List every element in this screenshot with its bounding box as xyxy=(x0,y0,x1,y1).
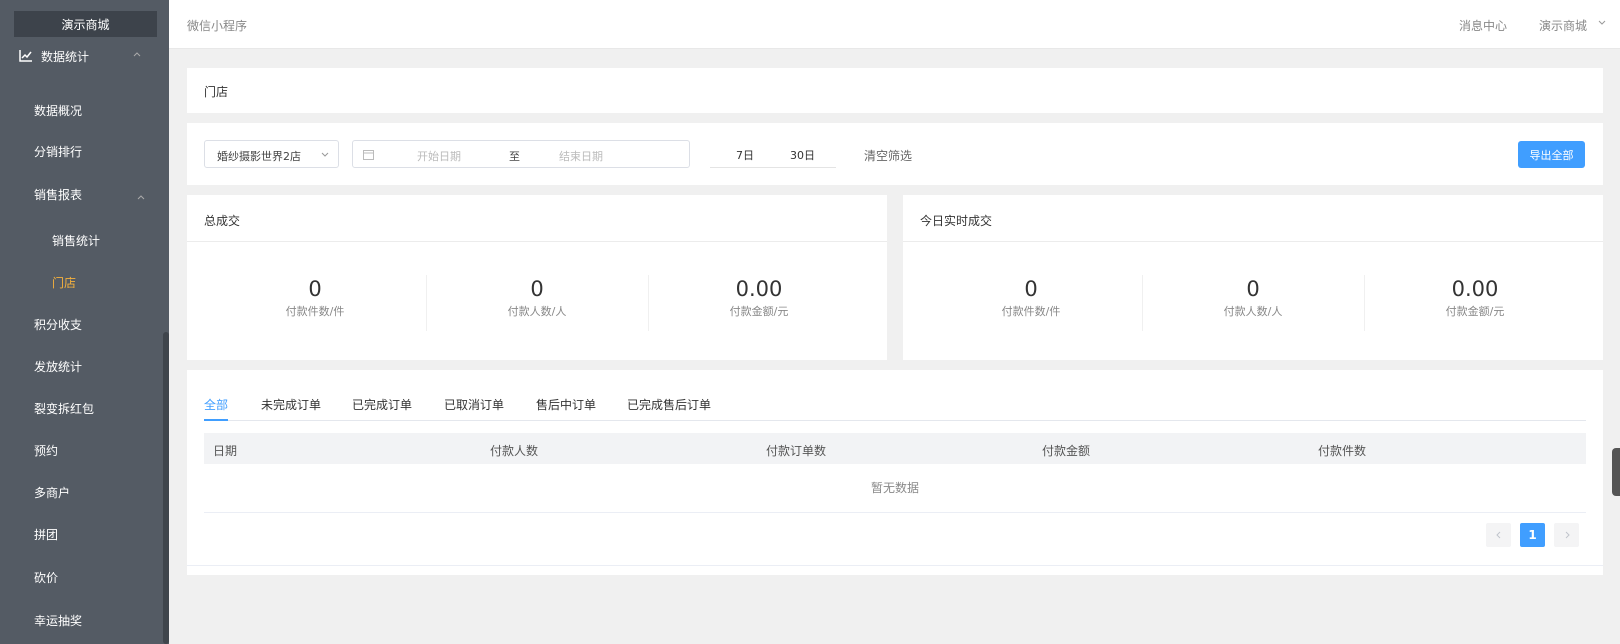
stat-paid-users: 0 付款人数/人 xyxy=(426,277,648,319)
empty-state-text: 暂无数据 xyxy=(204,464,1586,513)
chart-line-icon xyxy=(19,50,32,62)
chevron-down-icon xyxy=(1598,20,1606,25)
column-paid-amount: 付款金额 xyxy=(1042,444,1091,458)
chevron-down-icon xyxy=(321,152,329,157)
column-paid-items: 付款件数 xyxy=(1318,444,1367,458)
top-header: 微信小程序 消息中心 演示商城 xyxy=(169,0,1620,49)
stat-label: 付款件数/件 xyxy=(1001,305,1061,318)
sidebar-scrollbar[interactable] xyxy=(163,332,169,644)
page-number[interactable]: 1 xyxy=(1520,523,1545,547)
clear-filter-button[interactable]: 清空筛选 xyxy=(864,147,912,164)
stat-value: 0 xyxy=(530,277,544,301)
column-paid-orders: 付款订单数 xyxy=(766,444,827,458)
prev-page-button[interactable] xyxy=(1486,523,1511,547)
column-paid-users: 付款人数 xyxy=(490,444,539,458)
sidebar-item-group-buy[interactable]: 拼团 xyxy=(34,527,58,543)
tab-after-sale[interactable]: 售后中订单 xyxy=(536,396,596,421)
order-tabs: 全部 未完成订单 已完成订单 已取消订单 售后中订单 已完成售后订单 xyxy=(204,396,1586,421)
stat-paid-users: 0 付款人数/人 xyxy=(1142,277,1364,319)
sidebar-group-data-stats[interactable]: 数据统计 xyxy=(0,44,169,68)
stat-label: 付款金额/元 xyxy=(1445,305,1505,318)
orders-table-card: 全部 未完成订单 已完成订单 已取消订单 售后中订单 已完成售后订单 日期 付款… xyxy=(187,370,1603,575)
stat-label: 付款人数/人 xyxy=(1223,305,1283,318)
sidebar-item-fission-redpack[interactable]: 裂变拆红包 xyxy=(34,401,94,417)
breadcrumb[interactable]: 微信小程序 xyxy=(187,17,247,34)
stat-paid-amount: 0.00 付款金额/元 xyxy=(1364,277,1586,319)
shop-menu[interactable]: 演示商城 xyxy=(1539,17,1587,34)
sidebar-item-sales-stats[interactable]: 销售统计 xyxy=(52,233,100,249)
stat-label: 付款金额/元 xyxy=(729,305,789,318)
sidebar-item-distribution-rank[interactable]: 分销排行 xyxy=(34,144,82,160)
sidebar-item-multi-merchant[interactable]: 多商户 xyxy=(34,485,70,501)
stat-value: 0.00 xyxy=(1451,277,1499,301)
today-deals-title: 今日实时成交 xyxy=(920,214,993,228)
stat-paid-items: 0 付款件数/件 xyxy=(204,277,426,319)
export-all-button[interactable]: 导出全部 xyxy=(1518,141,1585,168)
column-date: 日期 xyxy=(213,444,238,458)
sidebar-item-store[interactable]: 门店 xyxy=(52,275,76,291)
range-separator: 至 xyxy=(509,150,520,163)
total-deals-title: 总成交 xyxy=(204,214,241,228)
stat-value: 0 xyxy=(308,277,322,301)
sidebar-item-issue-stats[interactable]: 发放统计 xyxy=(34,359,82,375)
filter-bar: 婚纱摄影世界2店 开始日期 至 结束日期 7日 30日 清空筛选 导出全部 xyxy=(187,123,1603,185)
tab-after-sale-done[interactable]: 已完成售后订单 xyxy=(627,396,711,421)
sidebar-item-lucky-draw[interactable]: 幸运抽奖 xyxy=(34,613,82,629)
stat-paid-amount: 0.00 付款金额/元 xyxy=(648,277,870,319)
end-date-input[interactable]: 结束日期 xyxy=(559,148,603,164)
sidebar: 演示商城 数据统计 数据概况 分销排行 销售报表 销售统计 门店 积分收支 发放… xyxy=(0,0,169,644)
table-bottom-border xyxy=(187,565,1603,566)
stat-value: 0 xyxy=(1024,277,1038,301)
quick-30-days-button[interactable]: 30日 xyxy=(790,147,815,163)
store-select[interactable]: 婚纱摄影世界2店 xyxy=(204,140,339,168)
chevron-up-icon xyxy=(133,52,141,57)
card-divider xyxy=(187,241,887,242)
page-title: 门店 xyxy=(204,85,229,99)
message-center-link[interactable]: 消息中心 xyxy=(1459,17,1507,34)
next-page-button[interactable] xyxy=(1554,523,1579,547)
stat-label: 付款件数/件 xyxy=(285,305,345,318)
sidebar-group-label: 数据统计 xyxy=(41,49,90,64)
chevron-up-icon xyxy=(137,195,145,200)
floating-side-widget[interactable] xyxy=(1612,448,1620,496)
total-deals-card: 总成交 0 付款件数/件 0 付款人数/人 0.00 付款金额/元 xyxy=(187,195,887,360)
quick-7-days-button[interactable]: 7日 xyxy=(736,147,754,163)
sidebar-item-overview[interactable]: 数据概况 xyxy=(34,103,82,119)
start-date-input[interactable]: 开始日期 xyxy=(417,148,461,164)
tab-finished[interactable]: 已完成订单 xyxy=(352,396,412,421)
logo: 演示商城 xyxy=(14,11,157,37)
stat-value: 0 xyxy=(1246,277,1260,301)
store-select-value: 婚纱摄影世界2店 xyxy=(217,150,301,163)
sidebar-item-booking[interactable]: 预约 xyxy=(34,443,58,459)
tab-unfinished[interactable]: 未完成订单 xyxy=(261,396,321,421)
sidebar-item-sales-report[interactable]: 销售报表 xyxy=(34,187,82,203)
tab-all[interactable]: 全部 xyxy=(204,396,229,421)
stat-paid-items: 0 付款件数/件 xyxy=(920,277,1142,319)
page-title-card: 门店 xyxy=(187,68,1603,113)
card-divider xyxy=(903,241,1603,242)
calendar-icon xyxy=(363,150,374,160)
chevron-right-icon xyxy=(1565,531,1570,539)
date-range-picker[interactable]: 开始日期 至 结束日期 xyxy=(352,140,690,168)
sidebar-item-points[interactable]: 积分收支 xyxy=(34,317,82,333)
quick-range-group: 7日 30日 xyxy=(710,140,836,168)
today-deals-card: 今日实时成交 0 付款件数/件 0 付款人数/人 0.00 付款金额/元 xyxy=(903,195,1603,360)
stat-label: 付款人数/人 xyxy=(507,305,567,318)
chevron-left-icon xyxy=(1495,531,1500,539)
table-header: 日期 付款人数 付款订单数 付款金额 付款件数 xyxy=(204,433,1586,464)
tab-cancelled[interactable]: 已取消订单 xyxy=(444,396,504,421)
sidebar-item-bargain[interactable]: 砍价 xyxy=(34,570,58,586)
stat-value: 0.00 xyxy=(735,277,783,301)
